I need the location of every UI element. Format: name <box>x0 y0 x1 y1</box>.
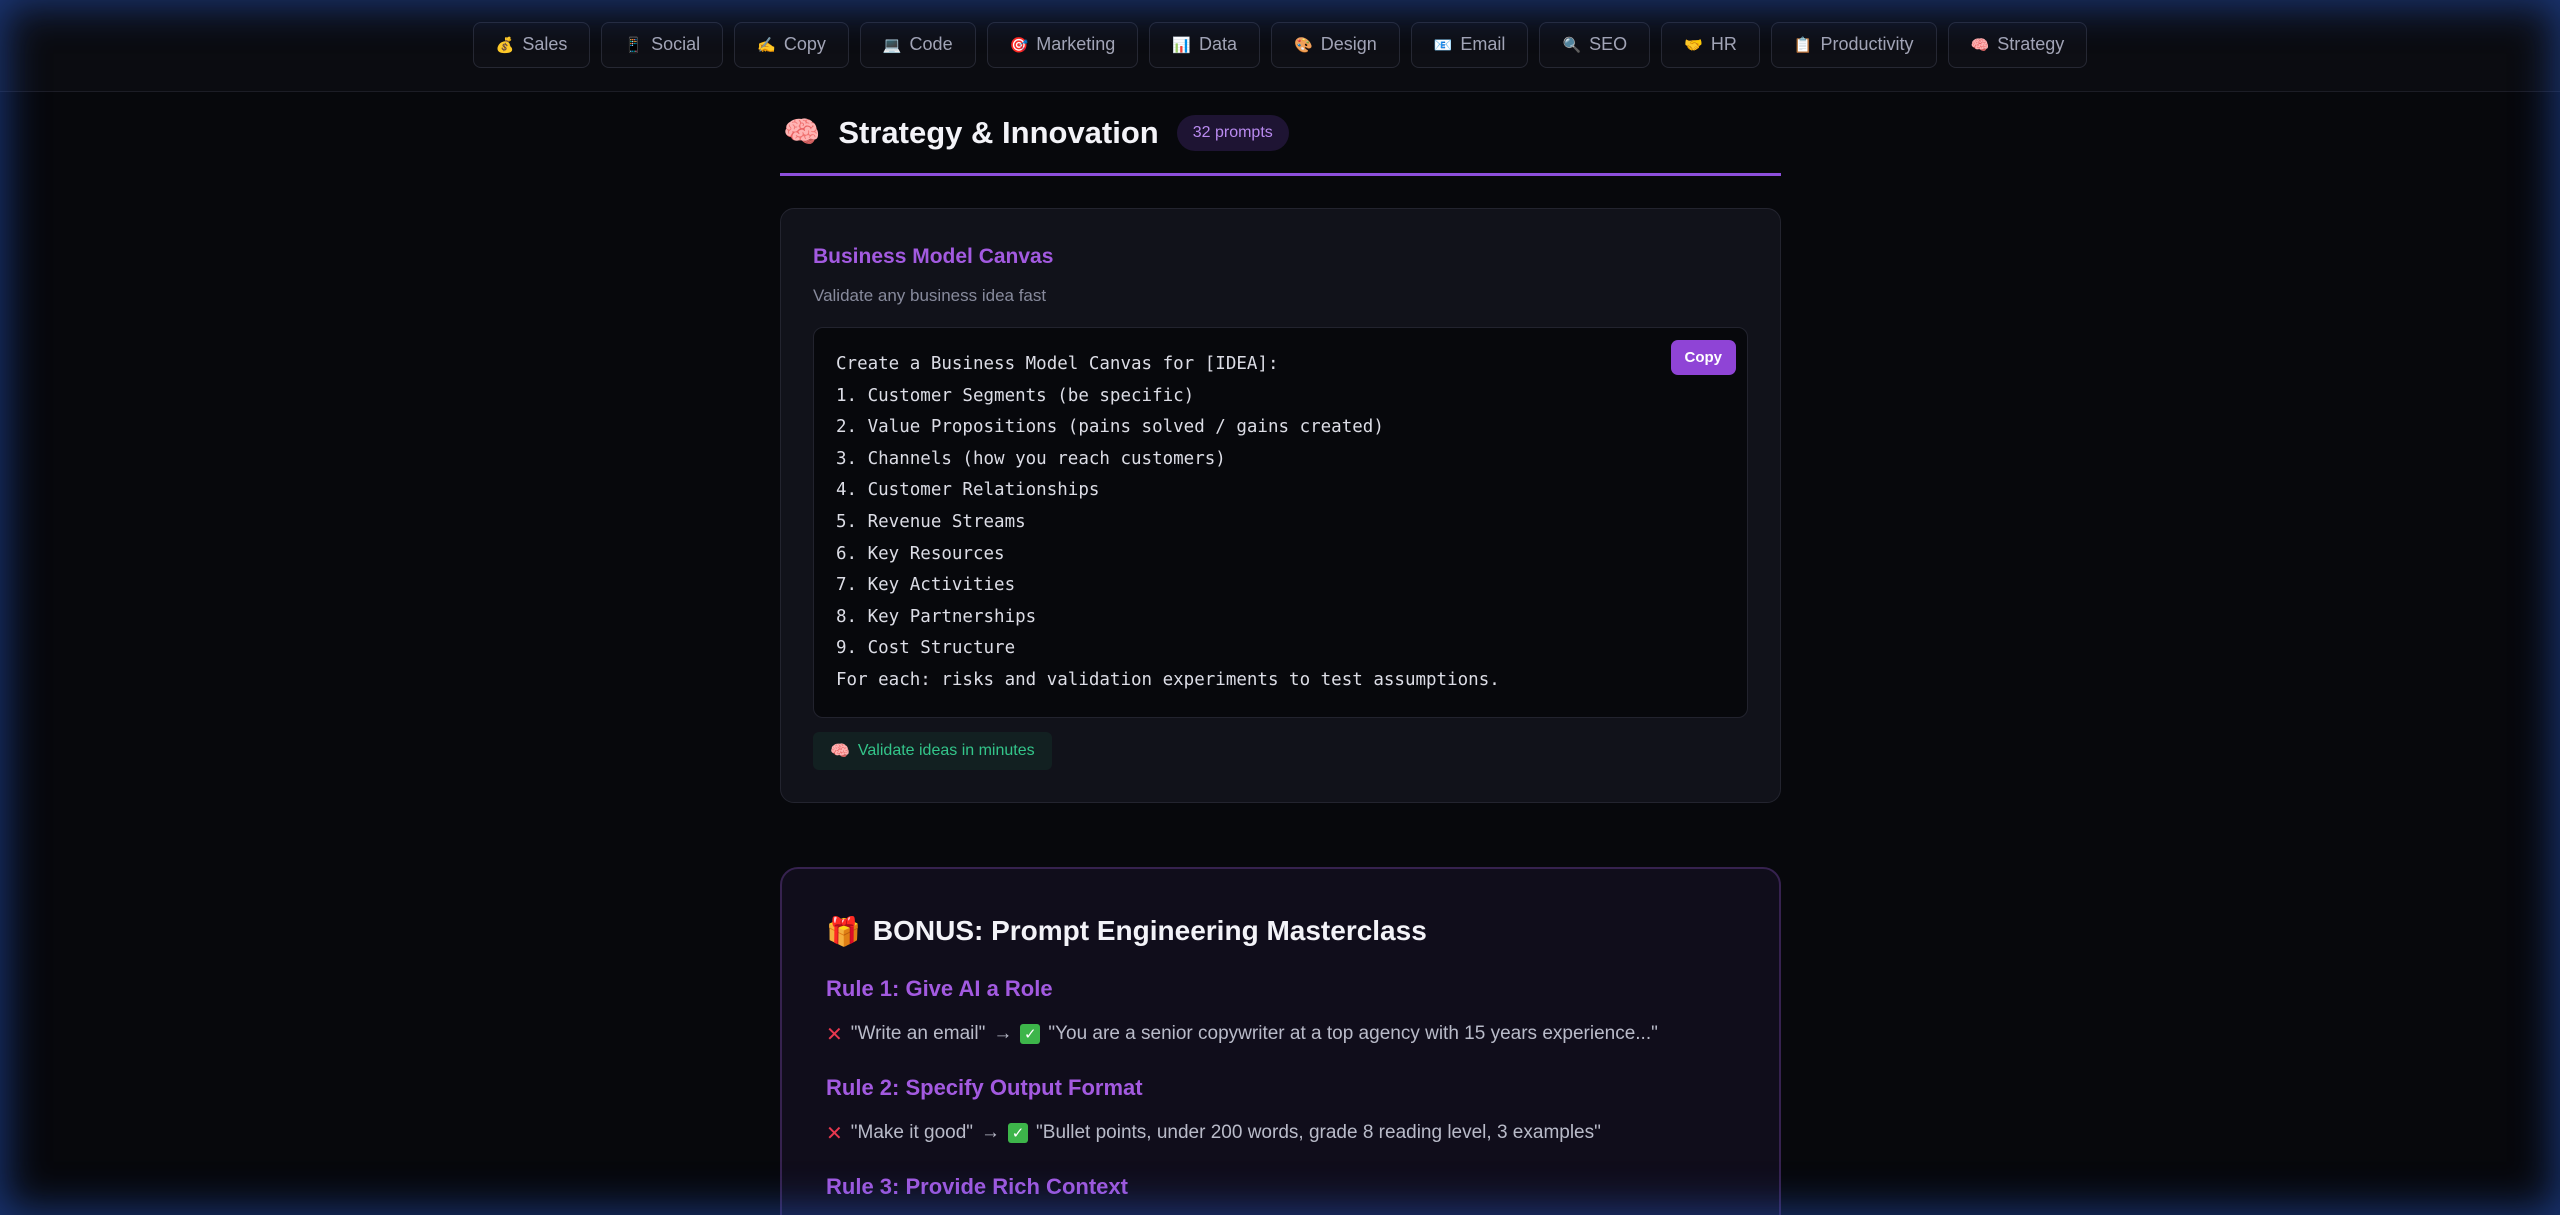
good-example: "You are a senior copywriter at a top ag… <box>1048 1023 1658 1045</box>
design-icon: 🎨 <box>1294 36 1313 54</box>
section-header: 🧠 Strategy & Innovation 32 prompts <box>780 92 1781 176</box>
rules-list: Rule 1: Give AI a Role ✕ "Write an email" →… <box>826 976 1735 1200</box>
arrow: → <box>981 1122 1001 1144</box>
code-line: 3. Channels (how you reach customers) <box>836 448 1226 469</box>
good-example: "Bullet points, under 200 words, grade 8… <box>1036 1122 1601 1144</box>
nav-label: Copy <box>783 34 826 54</box>
copy-button[interactable]: Copy <box>1670 340 1736 375</box>
brain-icon: 🧠 <box>783 116 821 149</box>
benefit-tag-label: Validate ideas in minutes <box>857 741 1035 759</box>
nav-strategy[interactable]: 🧠 Strategy <box>1947 21 2088 68</box>
rule-example: ✕ "Write an email" → ✓ "You are a senior cop… <box>826 1022 1735 1047</box>
gift-icon: 🎁 <box>826 915 861 947</box>
copy-icon: ✍️ <box>757 36 776 54</box>
nav-seo[interactable]: 🔍 SEO <box>1539 21 1651 68</box>
category-nav: 💰 Sales 📱 Social ✍️ Copy 💻 Code 🎯 Marketing 📊 Data 🎨… <box>0 0 2560 92</box>
rule-title: Rule 1: Give AI a Role <box>826 975 1053 1001</box>
nav-email[interactable]: 📧 Email <box>1410 21 1529 68</box>
nav-label: Design <box>1320 34 1377 54</box>
bonus-title-text: BONUS: Prompt Engineering Masterclass <box>872 915 1427 947</box>
nav-label: Sales <box>522 34 568 54</box>
nav-design[interactable]: 🎨 Design <box>1271 21 1400 68</box>
bad-example: "Write an email" <box>850 1023 986 1045</box>
code-line: 4. Customer Relationships <box>836 480 1100 501</box>
hr-icon: 🤝 <box>1684 36 1703 54</box>
checkmark-icon: ✓ <box>1008 1123 1029 1144</box>
prompt-card: Business Model Canvas Validate any busin… <box>780 208 1781 803</box>
rule-title: Rule 2: Specify Output Format <box>826 1074 1143 1100</box>
nav-data[interactable]: 📊 Data <box>1149 21 1261 68</box>
code-line: 6. Key Resources <box>836 543 1005 564</box>
brain-icon: 🧠 <box>830 742 850 760</box>
email-icon: 📧 <box>1433 36 1453 54</box>
code-line: 9. Cost Structure <box>836 638 1016 659</box>
category-nav-list: 💰 Sales 📱 Social ✍️ Copy 💻 Code 🎯 Marketing 📊 Data 🎨… <box>472 21 2088 68</box>
code-line: 5. Revenue Streams <box>836 511 1026 532</box>
code-icon: 💻 <box>882 36 902 54</box>
bonus-title: 🎁 BONUS: Prompt Engineering Masterclass <box>826 915 1735 948</box>
nav-social[interactable]: 📱 Social <box>601 21 724 68</box>
nav-marketing[interactable]: 🎯 Marketing <box>986 21 1139 68</box>
nav-label: Data <box>1198 34 1238 54</box>
main-content: 🧠 Strategy & Innovation 32 prompts Busin… <box>780 92 1781 1215</box>
nav-label: Strategy <box>1997 34 2065 54</box>
nav-productivity[interactable]: 📋 Productivity <box>1770 21 1937 68</box>
strategy-icon: 🧠 <box>1970 36 1990 54</box>
bonus-masterclass-panel: 🎁 BONUS: Prompt Engineering Masterclass … <box>780 866 1781 1215</box>
seo-icon: 🔍 <box>1562 36 1582 54</box>
code-line: For each: risks and validation experimen… <box>836 669 1500 690</box>
prompt-count-badge: 32 prompts <box>1176 114 1289 151</box>
nav-sales[interactable]: 💰 Sales <box>472 21 591 68</box>
nav-label: SEO <box>1589 34 1628 54</box>
nav-label: Code <box>909 34 953 54</box>
code-line: 2. Value Propositions (pains solved / ga… <box>836 417 1384 438</box>
checkmark-icon: ✓ <box>1020 1024 1041 1045</box>
cross-icon: ✕ <box>826 1122 843 1145</box>
rule-example: ✕ "Make it good" → ✓ "Bullet points, under 2… <box>826 1121 1735 1146</box>
rule-title: Rule 3: Provide Rich Context <box>826 1173 1128 1199</box>
bad-example: "Make it good" <box>850 1122 974 1144</box>
nav-label: Social <box>651 34 701 54</box>
benefit-tag: 🧠 Validate ideas in minutes <box>813 731 1052 770</box>
arrow: → <box>993 1023 1013 1045</box>
prompt-code-lines: Create a Business Model Canvas for [IDEA… <box>836 349 1725 697</box>
code-line: Create a Business Model Canvas for [IDEA… <box>836 354 1279 374</box>
marketing-icon: 🎯 <box>1009 36 1029 54</box>
prompt-code-box[interactable]: Copy Create a Business Model Canvas for … <box>813 327 1748 718</box>
nav-hr[interactable]: 🤝 HR <box>1661 21 1760 68</box>
nav-label: Email <box>1460 34 1506 54</box>
prompt-card-subtitle: Validate any business idea fast <box>813 286 1047 305</box>
nav-code[interactable]: 💻 Code <box>859 21 976 68</box>
nav-label: Marketing <box>1036 34 1116 54</box>
data-icon: 📊 <box>1172 36 1191 54</box>
social-icon: 📱 <box>624 36 644 54</box>
nav-label: Productivity <box>1820 34 1914 54</box>
section-title: Strategy & Innovation <box>838 114 1159 150</box>
nav-copy[interactable]: ✍️ Copy <box>734 21 849 68</box>
productivity-icon: 📋 <box>1793 36 1813 54</box>
prompt-card-title: Business Model Canvas <box>813 245 1054 268</box>
cross-icon: ✕ <box>826 1023 843 1046</box>
code-line: 8. Key Partnerships <box>836 606 1037 627</box>
nav-label: HR <box>1710 34 1737 54</box>
sales-icon: 💰 <box>495 36 515 54</box>
code-line: 1. Customer Segments (be specific) <box>836 385 1195 406</box>
code-line: 7. Key Activities <box>836 575 1016 596</box>
